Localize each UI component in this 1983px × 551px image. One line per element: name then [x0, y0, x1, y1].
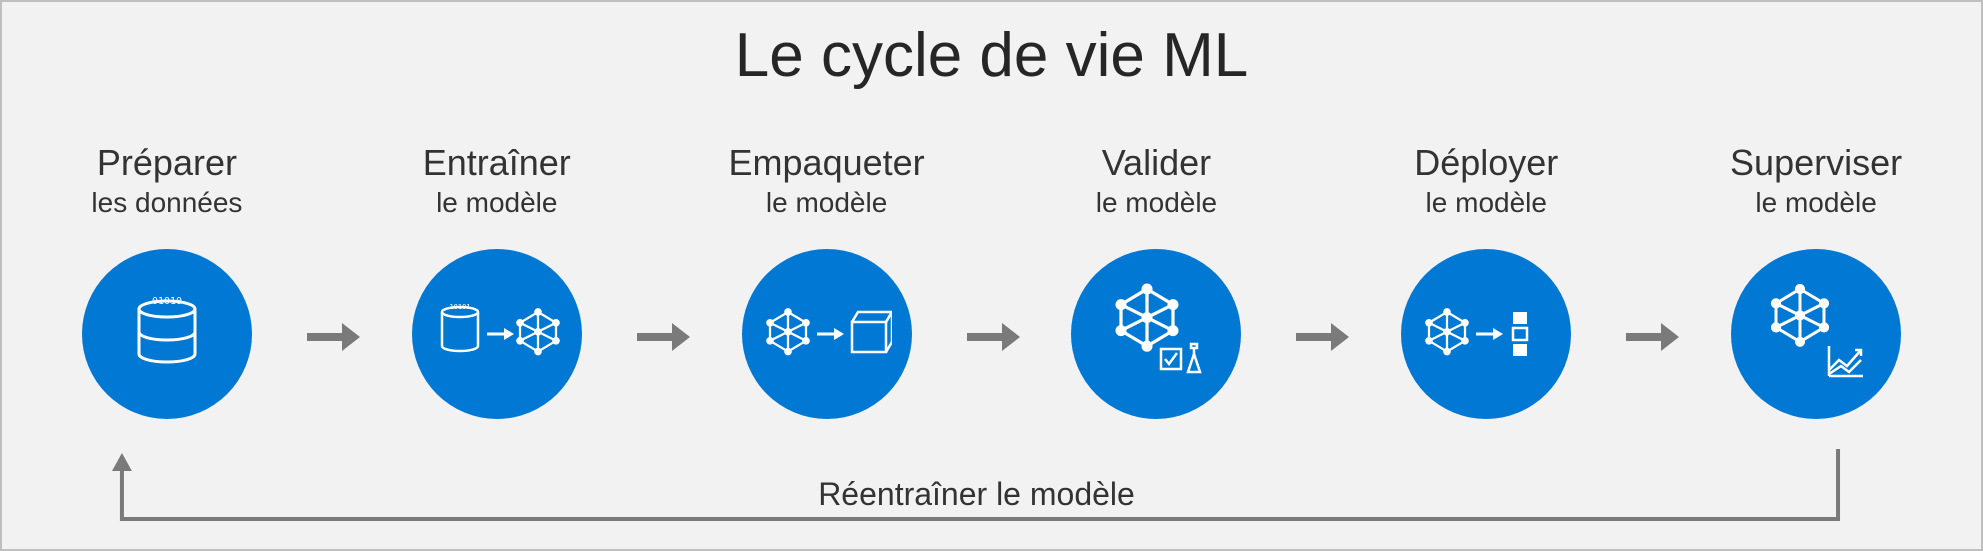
diagram-title: Le cycle de vie ML — [2, 20, 1981, 91]
arrow-3 — [952, 317, 1032, 357]
model-deploy-icon — [1421, 284, 1551, 384]
feedback-label: Réentraîner le modèle — [102, 476, 1851, 513]
arrow-right-icon — [632, 317, 692, 357]
svg-text:01010: 01010 — [152, 296, 182, 307]
step-title: Préparer — [97, 145, 237, 181]
step-title: Déployer — [1414, 145, 1558, 181]
arrow-right-icon — [1291, 317, 1351, 357]
diagram-frame: Le cycle de vie ML Préparer les données … — [0, 0, 1983, 551]
steps-row: Préparer les données 01010 Entraîner le … — [42, 132, 1941, 432]
step-subtitle: le modèle — [436, 187, 557, 219]
arrow-5 — [1611, 317, 1691, 357]
arrow-1 — [292, 317, 372, 357]
feedback-loop: Réentraîner le modèle — [102, 449, 1851, 539]
step-title: Valider — [1102, 145, 1211, 181]
arrow-right-icon — [1621, 317, 1681, 357]
step-title: Empaqueter — [729, 145, 925, 181]
step-subtitle: le modèle — [766, 187, 887, 219]
step-title: Superviser — [1730, 145, 1902, 181]
step-circle — [1071, 249, 1241, 419]
step-subtitle: les données — [91, 187, 242, 219]
step-circle — [1731, 249, 1901, 419]
model-monitor-icon — [1751, 274, 1881, 394]
model-validate-icon — [1091, 274, 1221, 394]
step-subtitle: le modèle — [1755, 187, 1876, 219]
data-prepare-icon: 01010 — [117, 284, 217, 384]
model-to-package-icon — [762, 284, 892, 384]
step-train: Entraîner le modèle 10101 — [372, 145, 622, 419]
step-validate: Valider le modèle — [1031, 145, 1281, 419]
step-monitor: Superviser le modèle — [1691, 145, 1941, 419]
step-circle: 01010 — [82, 249, 252, 419]
step-package: Empaqueter le modèle — [702, 145, 952, 419]
step-prepare: Préparer les données 01010 — [42, 145, 292, 419]
step-title: Entraîner — [423, 145, 571, 181]
step-subtitle: le modèle — [1426, 187, 1547, 219]
step-circle — [1401, 249, 1571, 419]
arrow-2 — [622, 317, 702, 357]
arrow-4 — [1281, 317, 1361, 357]
step-deploy: Déployer le modèle — [1361, 145, 1611, 419]
arrow-right-icon — [302, 317, 362, 357]
svg-text:10101: 10101 — [449, 303, 470, 311]
step-circle — [742, 249, 912, 419]
step-subtitle: le modèle — [1096, 187, 1217, 219]
arrow-right-icon — [962, 317, 1022, 357]
step-circle: 10101 — [412, 249, 582, 419]
data-to-model-icon: 10101 — [432, 284, 562, 384]
